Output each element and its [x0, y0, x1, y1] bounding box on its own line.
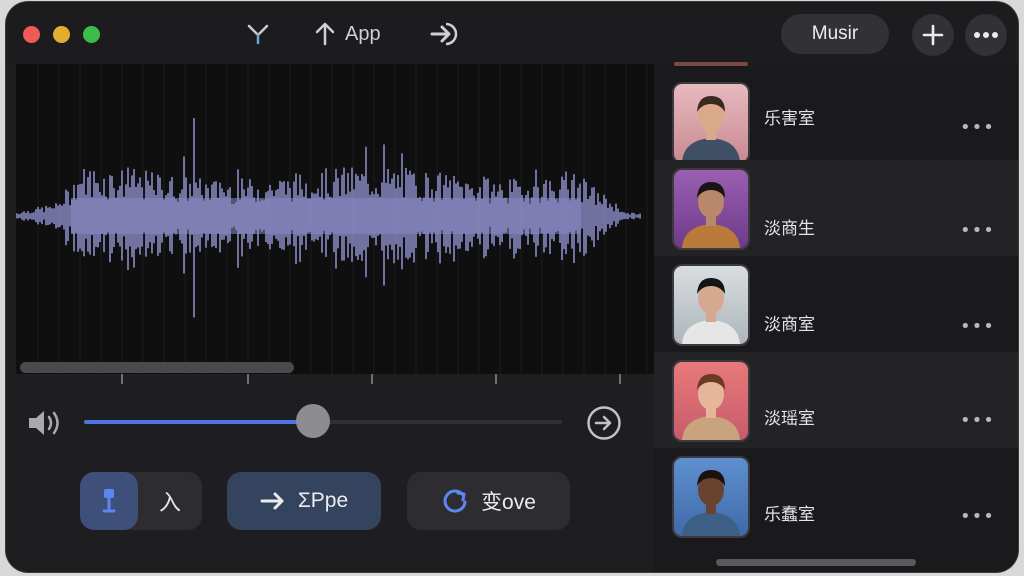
list-item-more-button[interactable]: ••• [960, 117, 995, 138]
zoom-window-button[interactable] [83, 26, 100, 43]
more-options-button[interactable] [965, 14, 1007, 56]
arrow-up-icon [315, 22, 335, 46]
plus-icon [922, 24, 944, 46]
list-item-name: 淡商生 [764, 219, 815, 239]
avatar [674, 84, 748, 162]
list-item-name: 淡商室 [764, 315, 815, 335]
avatar [674, 170, 748, 248]
list-item-name: 乐害室 [764, 109, 815, 129]
waveform-scrollbar[interactable] [20, 362, 294, 373]
app-upload-control[interactable]: App [313, 20, 381, 48]
minimize-window-button[interactable] [53, 26, 70, 43]
avatar [674, 266, 748, 344]
list-item-more-button[interactable]: ••• [960, 410, 995, 431]
input-mode-button[interactable]: 入 [138, 472, 202, 530]
list-item[interactable]: 淡商生 ••• [654, 160, 1018, 256]
marker-pin-icon [102, 489, 116, 513]
waveform-view[interactable] [15, 64, 654, 382]
marker-mode-button[interactable] [80, 472, 138, 530]
avatar [674, 458, 748, 536]
refresh-save-icon [441, 487, 469, 515]
save-button-label: 变ove [481, 491, 536, 514]
waveform-graph [15, 64, 648, 382]
list-item-more-button[interactable]: ••• [960, 316, 995, 337]
ellipsis-icon [974, 32, 998, 38]
list-scrollbar[interactable] [716, 559, 916, 566]
sign-in-icon[interactable] [430, 20, 462, 48]
list-item[interactable]: 淡商室 ••• [654, 256, 1018, 352]
list-item-more-button[interactable]: ••• [960, 506, 995, 527]
add-button[interactable] [912, 14, 954, 56]
app-label: App [345, 22, 381, 45]
close-window-button[interactable] [23, 26, 40, 43]
time-ruler [16, 374, 654, 386]
arrow-right-icon [260, 491, 286, 511]
list-item-more-button[interactable]: ••• [960, 220, 995, 241]
list-item-name: 乐蠢室 [764, 505, 815, 525]
type-button-label: ΣPpe [297, 489, 349, 512]
volume-slider-knob[interactable] [296, 404, 331, 438]
title-bar: App Musir [6, 2, 1018, 64]
filter-funnel-icon[interactable] [244, 20, 272, 48]
mode-segmented-control: 入 [80, 472, 202, 530]
play-circle-icon[interactable] [586, 405, 622, 441]
avatar [674, 362, 748, 440]
type-button[interactable]: ΣPpe [227, 472, 381, 530]
musir-button[interactable]: Musir [781, 14, 889, 54]
save-button[interactable]: 变ove [407, 472, 570, 530]
volume-slider-fill [84, 420, 314, 424]
list-item[interactable]: 乐害室 ••• [654, 64, 1018, 162]
list-item-name: 淡瑶室 [764, 409, 815, 429]
app-window: App Musir 入 ΣPpe 变ove 乐害室 ••• 淡商生 ••• 淡商… [6, 2, 1018, 572]
list-item[interactable]: 淡瑶室 ••• [654, 352, 1018, 448]
volume-slider[interactable] [84, 404, 562, 438]
volume-icon[interactable] [26, 406, 64, 440]
list-item[interactable]: 乐蠢室 ••• [654, 448, 1018, 544]
track-list: 乐害室 ••• 淡商生 ••• 淡商室 ••• 淡瑶室 ••• 乐蠢室 ••• [654, 62, 1018, 572]
